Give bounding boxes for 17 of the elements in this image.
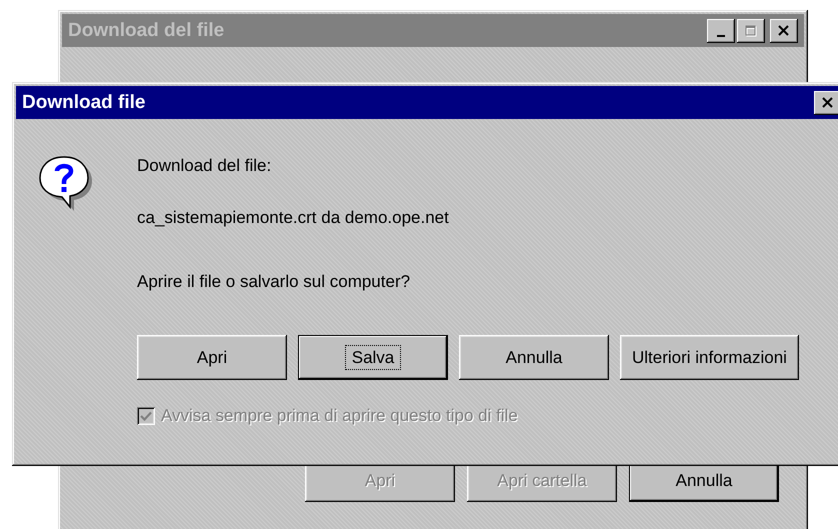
message-text: ca_sistemapiemonte.crt da demo.ope.net xyxy=(137,208,449,227)
question-text: Aprire il file o salvarlo sul computer? xyxy=(137,272,410,291)
dialog-button[interactable]: Salva xyxy=(298,335,448,380)
window-title: Download file xyxy=(22,92,146,114)
dialog-button[interactable]: Ulteriori informazioni xyxy=(620,335,799,380)
maximize-icon xyxy=(745,24,757,36)
checkbox-label: Avvisa sempre prima di aprire questo tipo di file xyxy=(161,406,518,426)
dialog-button[interactable]: Annulla xyxy=(459,335,609,380)
minimize-button[interactable] xyxy=(707,18,735,42)
dialog-button[interactable]: Apri xyxy=(137,335,287,380)
close-icon xyxy=(778,25,790,36)
message-text: Download del file: xyxy=(137,156,272,175)
window-title: Download del file xyxy=(68,20,224,42)
minimize-icon xyxy=(717,34,725,36)
close-button[interactable] xyxy=(814,90,838,114)
close-icon xyxy=(822,97,834,108)
close-button[interactable] xyxy=(770,18,798,42)
